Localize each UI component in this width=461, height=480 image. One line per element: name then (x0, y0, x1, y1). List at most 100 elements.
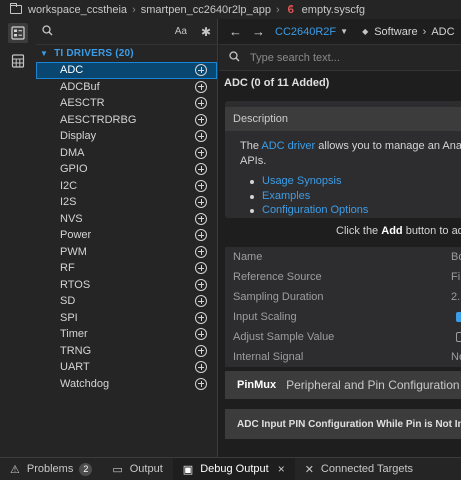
add-circle-icon[interactable] (195, 64, 207, 76)
pin-config-section[interactable]: ADC Input PIN Configuration While Pin is… (225, 409, 461, 439)
add-circle-icon[interactable] (195, 262, 207, 274)
sidebar-item-pwm[interactable]: PWM (36, 244, 217, 261)
prop-value: Fi (451, 271, 461, 283)
add-circle-icon[interactable] (195, 245, 207, 258)
chevron-right-icon: › (422, 25, 427, 38)
sidebar-item-aesctrdrbg[interactable]: AESCTRDRBG (36, 112, 217, 129)
sidebar-item-i2s[interactable]: I2S (36, 194, 217, 211)
add-circle-icon[interactable] (195, 163, 207, 175)
debug-output-icon: ▣ (182, 463, 194, 476)
add-circle-icon[interactable] (195, 146, 207, 159)
add-circle-icon[interactable] (195, 113, 207, 126)
module-search[interactable]: Type search text... (219, 45, 461, 71)
add-circle-icon[interactable] (195, 97, 207, 109)
crumb-software[interactable]: Software (374, 26, 417, 38)
prop-row-internal-signal: Internal Signal Ne (225, 347, 461, 367)
add-circle-icon[interactable] (195, 130, 207, 142)
tab-problems[interactable]: ⚠ Problems 2 (0, 458, 102, 480)
sidebar-item-label: AESCTR (60, 97, 105, 110)
pinmux-section[interactable]: PinMux Peripheral and Pin Configuration (225, 371, 461, 399)
sidebar-item-rtos[interactable]: RTOS (36, 277, 217, 294)
adc-driver-link[interactable]: ADC driver (261, 140, 315, 152)
tab-debug-output[interactable]: ▣ Debug Output × (172, 457, 295, 480)
output-icon: ▭ (112, 463, 123, 476)
tab-output[interactable]: ▭ Output (102, 458, 172, 480)
add-msg-bold: Add (381, 225, 403, 237)
sidebar-item-gpio[interactable]: GPIO (36, 161, 217, 178)
sidebar-item-dma[interactable]: DMA (36, 145, 217, 162)
sidebar-item-label: ADCBuf (60, 80, 100, 93)
sidebar-item-i2c[interactable]: I2C (36, 178, 217, 195)
calculator-icon[interactable] (8, 51, 28, 71)
link-usage-synopsis[interactable]: Usage Synopsis (250, 175, 461, 190)
sidebar-item-trng[interactable]: TRNG (36, 343, 217, 360)
sidebar-item-watchdog[interactable]: Watchdog (36, 376, 217, 393)
add-msg-prefix: Click the (336, 225, 382, 237)
software-view-icon[interactable] (8, 23, 28, 43)
link-examples[interactable]: Examples (250, 190, 461, 205)
sidebar-item-sd[interactable]: SD (36, 293, 217, 310)
crumb-adc[interactable]: ADC (431, 26, 454, 38)
sidebar-item-label: Watchdog (60, 377, 110, 390)
link-configuration-options[interactable]: Configuration Options (250, 204, 461, 219)
add-circle-icon[interactable] (195, 311, 207, 324)
forward-arrow-icon[interactable]: → (252, 24, 265, 39)
description-suffix: allows you to manage an Analog t (318, 140, 461, 152)
sidebar-item-uart[interactable]: UART (36, 359, 217, 376)
sidebar-item-label: GPIO (60, 163, 88, 176)
sidebar-item-nvs[interactable]: NVS (36, 211, 217, 228)
tab-debug-output-label: Debug Output (200, 463, 269, 475)
add-circle-icon[interactable] (195, 295, 207, 307)
add-circle-icon[interactable] (195, 229, 207, 241)
device-selector[interactable]: CC2640R2F (275, 26, 336, 38)
sidebar-item-adc[interactable]: ADC (36, 62, 217, 79)
gear-icon[interactable]: ✱ (201, 25, 211, 39)
chevron-right-icon: ◆ (362, 27, 369, 36)
add-circle-icon[interactable] (195, 328, 207, 340)
group-ti-drivers[interactable]: ▼ TI DRIVERS (20) (36, 45, 217, 62)
add-circle-icon[interactable] (195, 179, 207, 192)
add-circle-icon[interactable] (195, 377, 207, 390)
add-circle-icon[interactable] (195, 344, 207, 357)
search-icon (229, 50, 240, 65)
add-circle-icon[interactable] (195, 361, 207, 373)
sidebar-item-timer[interactable]: Timer (36, 326, 217, 343)
add-circle-icon[interactable] (195, 80, 207, 93)
back-arrow-icon[interactable]: ← (229, 24, 242, 39)
sidebar-item-display[interactable]: Display (36, 128, 217, 145)
breadcrumb-project[interactable]: smartpen_cc2640r2lp_app (141, 4, 271, 16)
module-search-input[interactable]: Type search text... (250, 52, 340, 64)
adc-count-heading: ADC (0 of 11 Added) (224, 77, 330, 89)
breadcrumb-workspace[interactable]: workspace_ccstheia (10, 3, 127, 16)
prop-value: Bo (451, 251, 461, 263)
prop-row-sampling-duration: Sampling Duration 2. (225, 287, 461, 307)
sidebar-item-label: PWM (60, 245, 87, 258)
prop-value: Ne (451, 351, 461, 363)
description-title[interactable]: Description (225, 107, 461, 131)
prop-row-reference-source: Reference Source Fi (225, 267, 461, 287)
sidebar-item-power[interactable]: Power (36, 227, 217, 244)
sidebar-item-spi[interactable]: SPI (36, 310, 217, 327)
prop-label: Reference Source (233, 271, 322, 283)
sidebar-item-adcbuf[interactable]: ADCBuf (36, 79, 217, 96)
add-msg-suffix: button to add (405, 225, 461, 237)
chevron-down-icon[interactable]: ▼ (340, 27, 348, 36)
sidebar-item-rf[interactable]: RF (36, 260, 217, 277)
tab-connected-targets[interactable]: ✕ Connected Targets (295, 458, 423, 480)
add-circle-icon[interactable] (195, 278, 207, 291)
sidebar-item-label: RF (60, 262, 75, 275)
sidebar-item-aesctr[interactable]: AESCTR (36, 95, 217, 112)
sidebar-item-label: AESCTRDRBG (60, 113, 137, 126)
warning-icon: ⚠ (10, 463, 20, 476)
add-circle-icon[interactable] (195, 212, 207, 225)
description-prefix: The (240, 140, 262, 152)
sidebar-item-label: TRNG (60, 344, 92, 357)
prop-label: Internal Signal (233, 351, 304, 363)
add-circle-icon[interactable] (195, 196, 207, 208)
match-case-button[interactable]: Aa (175, 26, 187, 37)
close-icon[interactable]: × (278, 462, 285, 476)
sidebar-search[interactable]: Aa ✱ (36, 19, 217, 45)
sidebar-item-label: I2S (60, 196, 77, 209)
breadcrumb-file[interactable]: ϐ empty.syscfg (285, 4, 365, 16)
sidebar-item-label: DMA (60, 146, 85, 159)
